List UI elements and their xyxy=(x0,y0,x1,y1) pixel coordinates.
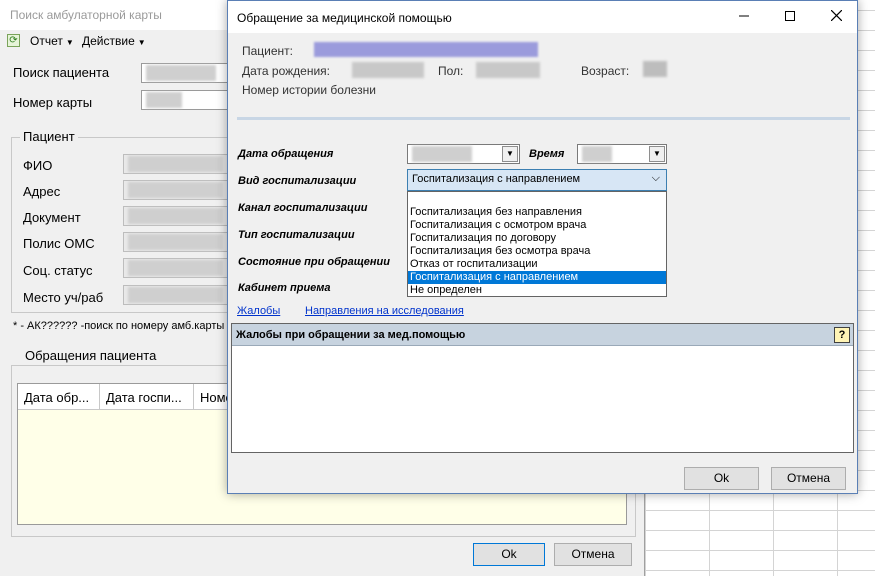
dropdown-option[interactable]: Отказ от госпитализации xyxy=(408,258,666,271)
workplace-label: Место уч/раб xyxy=(23,290,104,305)
redacted-value xyxy=(128,260,223,276)
time-label: Время xyxy=(529,148,565,160)
complaints-panel-header: Жалобы при обращении за мед.помощью ? xyxy=(232,324,853,346)
chevron-down-icon[interactable]: ▼ xyxy=(649,146,665,162)
maximize-icon[interactable] xyxy=(767,1,813,33)
complaints-panel: Жалобы при обращении за мед.помощью ? xyxy=(231,323,854,453)
appeals-group-title: Обращения пациента xyxy=(22,348,160,363)
separator xyxy=(237,117,850,120)
redacted-value xyxy=(128,182,223,198)
chevron-down-icon: ▼ xyxy=(65,38,74,47)
card-number-input[interactable] xyxy=(141,90,231,110)
address-label: Адрес xyxy=(23,184,61,199)
chevron-down-icon[interactable]: ⌵ xyxy=(652,172,660,185)
hospitalization-type-label: Тип госпитализации xyxy=(238,229,355,241)
dropdown-option[interactable]: Госпитализация с осмотром врача xyxy=(408,219,666,232)
redacted-value xyxy=(146,65,216,81)
card-number-label: Номер карты xyxy=(13,95,93,110)
birth-date-value xyxy=(352,62,424,78)
dropdown-option[interactable]: Не определен xyxy=(408,284,666,297)
medical-appeal-dialog: Обращение за медицинской помощью Пациент… xyxy=(227,0,858,494)
age-label: Возраст: xyxy=(581,64,630,78)
minimize-icon[interactable] xyxy=(721,1,767,33)
complaints-panel-title: Жалобы при обращении за мед.помощью xyxy=(236,329,466,341)
dialog-title: Обращение за медицинской помощью xyxy=(237,11,452,25)
birth-date-label: Дата рождения: xyxy=(242,64,330,78)
workplace-field[interactable] xyxy=(123,285,233,305)
admission-state-label: Состояние при обращении xyxy=(238,256,390,268)
complaints-link[interactable]: Жалобы xyxy=(237,305,280,317)
fio-label: ФИО xyxy=(23,158,53,173)
selected-value: Госпитализация с направлением xyxy=(412,173,581,185)
dialog-titlebar: Обращение за медицинской помощью xyxy=(228,1,857,33)
column-header[interactable]: Дата обр... xyxy=(18,384,100,409)
hospitalization-kind-select[interactable]: Госпитализация с направлением ⌵ xyxy=(407,169,667,191)
reception-room-label: Кабинет приема xyxy=(238,282,331,294)
document-label: Документ xyxy=(23,210,81,225)
dropdown-option[interactable]: Госпитализация по договору xyxy=(408,232,666,245)
address-field[interactable] xyxy=(123,180,233,200)
history-number-label: Номер истории болезни xyxy=(242,83,376,97)
dialog-ok-button[interactable]: Ok xyxy=(684,467,759,490)
dialog-cancel-button[interactable]: Отмена xyxy=(771,467,846,490)
time-picker[interactable]: ▼ xyxy=(577,144,667,164)
directions-link[interactable]: Направления на исследования xyxy=(305,305,464,317)
chevron-down-icon[interactable]: ▼ xyxy=(502,146,518,162)
redacted-value xyxy=(412,146,472,162)
sex-value xyxy=(476,62,540,78)
patient-name-value xyxy=(314,42,538,57)
patient-group-title: Пациент xyxy=(20,129,78,144)
redacted-value xyxy=(582,146,612,162)
redacted-value xyxy=(128,208,223,224)
dropdown-option-selected[interactable]: Госпитализация с направлением xyxy=(408,271,666,284)
help-icon[interactable]: ? xyxy=(834,327,850,343)
search-patient-label: Поиск пациента xyxy=(13,65,110,80)
column-header[interactable]: Дата госпи... xyxy=(100,384,194,409)
redacted-value xyxy=(128,287,223,303)
close-icon[interactable] xyxy=(813,1,859,33)
dropdown-option[interactable]: Госпитализация без направления xyxy=(408,206,666,219)
age-value xyxy=(643,61,667,77)
oms-label: Полис ОМС xyxy=(23,236,95,251)
appeal-date-label: Дата обращения xyxy=(238,148,334,160)
menu-report[interactable]: Отчет ▼ xyxy=(30,34,74,48)
fio-field[interactable] xyxy=(123,154,233,174)
dropdown-option[interactable]: Госпитализация без осмотра врача xyxy=(408,245,666,258)
social-status-label: Соц. статус xyxy=(23,263,93,278)
hospitalization-kind-label: Вид госпитализации xyxy=(238,175,357,187)
social-status-field[interactable] xyxy=(123,258,233,278)
patient-label: Пациент: xyxy=(242,44,294,58)
complaints-textarea[interactable] xyxy=(232,347,853,452)
hospitalization-channel-label: Канал госпитализации xyxy=(238,202,368,214)
document-field[interactable] xyxy=(123,206,233,226)
back-window-title: Поиск амбулаторной карты xyxy=(10,8,162,22)
hospitalization-kind-dropdown[interactable]: Госпитализация без направления Госпитали… xyxy=(407,191,667,297)
redacted-value xyxy=(128,156,223,172)
redacted-value xyxy=(128,234,223,250)
sex-label: Пол: xyxy=(438,64,464,78)
oms-field[interactable] xyxy=(123,232,233,252)
menu-action[interactable]: Действие ▼ xyxy=(82,34,146,48)
refresh-icon[interactable]: ⟳ xyxy=(7,34,20,47)
chevron-down-icon: ▼ xyxy=(137,38,146,47)
redacted-value xyxy=(146,92,182,108)
search-hint: * - АК?????? -поиск по номеру амб.карты xyxy=(13,320,225,332)
search-patient-input[interactable] xyxy=(141,63,231,83)
appeal-date-picker[interactable]: ▼ xyxy=(407,144,520,164)
back-ok-button[interactable]: Ok xyxy=(473,543,545,566)
back-cancel-button[interactable]: Отмена xyxy=(554,543,632,566)
